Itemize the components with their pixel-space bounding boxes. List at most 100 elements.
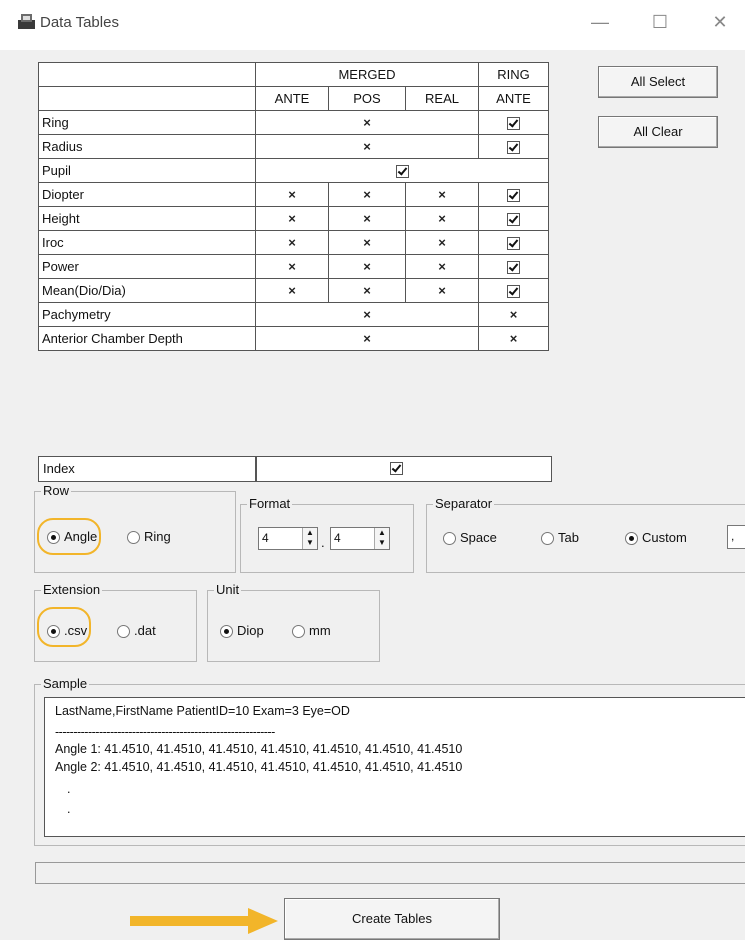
unit-group: Unit Diop mm [207, 582, 380, 662]
ring-cell[interactable]: × [478, 302, 549, 327]
merged-cell[interactable]: × [255, 326, 479, 351]
radio-button[interactable] [117, 625, 130, 639]
create-tables-button[interactable]: Create Tables [284, 898, 500, 940]
checkbox-checked[interactable] [507, 141, 520, 155]
spinner-arrows[interactable]: ▲ ▼ [302, 528, 317, 549]
real-cell[interactable]: × [405, 182, 479, 207]
ante-cell[interactable]: × [255, 254, 329, 279]
index-checkbox-cell[interactable] [256, 456, 552, 482]
radio-button-selected[interactable] [220, 625, 233, 639]
real-cell[interactable]: × [405, 278, 479, 303]
row-label: Radius [38, 134, 256, 159]
highlight-circle [37, 607, 91, 647]
all-clear-button[interactable]: All Clear [598, 116, 718, 148]
radio-button[interactable] [443, 532, 456, 546]
minimize-button[interactable]: — [585, 12, 615, 33]
format-group-title: Format [247, 496, 293, 511]
ante-cell[interactable]: × [255, 206, 329, 231]
sample-line: . [67, 782, 71, 796]
row-label: Iroc [38, 230, 256, 255]
table-row: Pachymetry × × [38, 302, 549, 327]
radio-button[interactable] [541, 532, 554, 546]
ring-cell[interactable] [478, 230, 549, 255]
real-cell[interactable]: × [405, 230, 479, 255]
checkbox-checked[interactable] [507, 213, 520, 227]
row-label: Pachymetry [38, 302, 256, 327]
row-label: Diopter [38, 182, 256, 207]
radio-tab[interactable]: Tab [541, 530, 579, 546]
ring-cell[interactable]: × [478, 326, 549, 351]
subheader-pos: POS [328, 86, 406, 111]
format-group: Format 4 ▲ ▼ . 4 ▲ ▼ [240, 496, 414, 573]
pos-cell[interactable]: × [328, 182, 406, 207]
window-title: Data Tables [40, 14, 119, 31]
corner-cell [38, 62, 256, 87]
sample-group-title: Sample [41, 676, 90, 691]
pupil-cell[interactable] [255, 158, 549, 183]
highlight-circle [37, 518, 101, 555]
checkbox-checked[interactable] [507, 237, 520, 251]
table-row: Anterior Chamber Depth × × [38, 326, 549, 351]
checkbox-checked[interactable] [507, 261, 520, 275]
real-cell[interactable]: × [405, 206, 479, 231]
close-button[interactable]: ✕ [705, 12, 735, 33]
radio-mm[interactable]: mm [292, 623, 331, 639]
checkbox-checked[interactable] [395, 165, 409, 179]
extension-group-title: Extension [41, 582, 103, 597]
pos-cell[interactable]: × [328, 278, 406, 303]
sample-line: LastName,FirstName PatientID=10 Exam=3 E… [55, 704, 350, 718]
ring-cell[interactable] [478, 206, 549, 231]
radio-button[interactable] [292, 625, 305, 639]
pos-cell[interactable]: × [328, 230, 406, 255]
ring-cell[interactable] [478, 134, 549, 159]
spinner-value: 4 [334, 531, 341, 545]
ring-cell[interactable] [478, 110, 549, 135]
separator-group-title: Separator [433, 496, 495, 511]
radio-button[interactable] [127, 531, 140, 545]
custom-separator-field[interactable]: , [727, 525, 745, 549]
ring-cell[interactable] [478, 254, 549, 279]
radio-space[interactable]: Space [443, 530, 497, 546]
table-row: Radius × [38, 134, 549, 159]
arrow-right-icon [130, 908, 278, 934]
format-decimal-spinner[interactable]: 4 ▲ ▼ [330, 527, 390, 550]
ante-cell[interactable]: × [255, 278, 329, 303]
index-label-cell: Index [38, 456, 256, 482]
ring-cell[interactable] [478, 182, 549, 207]
pos-cell[interactable]: × [328, 254, 406, 279]
checkbox-checked[interactable] [507, 285, 520, 299]
ante-cell[interactable]: × [255, 230, 329, 255]
row-label: Pupil [38, 158, 256, 183]
sample-line: Angle 2: 41.4510, 41.4510, 41.4510, 41.4… [55, 760, 463, 774]
radio-ring[interactable]: Ring [127, 529, 171, 545]
subheader-ante: ANTE [255, 86, 329, 111]
format-integer-spinner[interactable]: 4 ▲ ▼ [258, 527, 318, 550]
sample-text-area[interactable]: LastName,FirstName PatientID=10 Exam=3 E… [44, 697, 745, 837]
real-cell[interactable]: × [405, 254, 479, 279]
subheader-real: REAL [405, 86, 479, 111]
radio-diop[interactable]: Diop [220, 623, 264, 639]
ring-cell[interactable] [478, 278, 549, 303]
corner-cell [38, 86, 256, 111]
table-row: Pupil [38, 158, 549, 183]
all-select-button[interactable]: All Select [598, 66, 718, 98]
checkbox-checked[interactable] [507, 117, 520, 131]
ante-cell[interactable]: × [255, 182, 329, 207]
spinner-arrows[interactable]: ▲ ▼ [374, 528, 389, 549]
maximize-button[interactable]: ☐ [645, 12, 675, 33]
merged-cell[interactable]: × [255, 134, 479, 159]
radio-button-selected[interactable] [625, 532, 638, 546]
sample-line: . [67, 802, 71, 816]
subheader-ring-ante: ANTE [478, 86, 549, 111]
table-row: Diopter × × × [38, 182, 549, 207]
radio-custom[interactable]: Custom [625, 530, 687, 546]
radio-dat[interactable]: .dat [117, 623, 156, 639]
row-label: Anterior Chamber Depth [38, 326, 256, 351]
pos-cell[interactable]: × [328, 206, 406, 231]
header-ring: RING [478, 62, 549, 87]
merged-cell[interactable]: × [255, 302, 479, 327]
custom-separator-value: , [731, 529, 735, 543]
checkbox-checked[interactable] [507, 189, 520, 203]
merged-cell[interactable]: × [255, 110, 479, 135]
index-checkbox[interactable] [390, 462, 403, 475]
